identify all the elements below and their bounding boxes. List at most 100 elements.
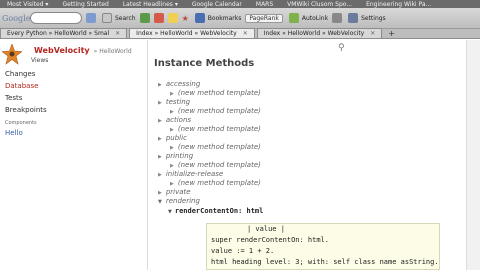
- tab-label: Every Python » HelloWorld » Smal: [7, 30, 110, 37]
- settings-button[interactable]: Settings: [348, 13, 386, 23]
- triangle-right-icon: ▶: [158, 100, 162, 106]
- template-label: (new method template): [177, 179, 261, 187]
- triangle-right-icon: ▶: [158, 118, 162, 124]
- sidebar-item-changes[interactable]: Changes: [5, 68, 47, 80]
- category-printing[interactable]: ▶ printing: [158, 152, 458, 161]
- new-method-template[interactable]: ▶ (new method template): [170, 179, 458, 188]
- star-icon[interactable]: ★: [182, 14, 189, 23]
- code-line: html heading level: 3; with: self class …: [211, 258, 439, 266]
- toolbar-icon-3[interactable]: [167, 13, 178, 23]
- template-label: (new method template): [177, 161, 261, 169]
- triangle-right-icon: ▶: [158, 82, 162, 88]
- webvelocity-logo-icon: [2, 44, 22, 65]
- toolbar-icon-1[interactable]: [139, 13, 150, 23]
- search-button[interactable]: Search: [102, 13, 136, 23]
- triangle-right-icon: ▶: [158, 136, 162, 142]
- new-method-template[interactable]: ▶ (new method template): [170, 143, 458, 152]
- close-icon[interactable]: ✕: [115, 30, 120, 37]
- category-label: actions: [165, 116, 192, 124]
- components-heading: Components: [5, 120, 37, 126]
- triangle-right-icon: ▶: [170, 127, 174, 133]
- triangle-right-icon: ▶: [170, 163, 174, 169]
- wrench-icon: [348, 13, 359, 23]
- sidebar-item-tests[interactable]: Tests: [5, 92, 47, 104]
- main-panel: ⚲ Instance Methods ▶ accessing ▶ (new meth…: [148, 40, 480, 270]
- bookmark-latest-headlines[interactable]: Latest Headlines ▾: [116, 1, 185, 8]
- page-title: Instance Methods: [154, 58, 255, 69]
- bookmark-google-calendar[interactable]: Google Calendar: [185, 1, 249, 8]
- toolbar-search-input[interactable]: [30, 12, 82, 24]
- sidebar-item-database[interactable]: Database: [5, 80, 47, 92]
- code-line: value := 1 + 2.: [211, 247, 275, 255]
- triangle-right-icon: ▶: [170, 181, 174, 187]
- autolink-button[interactable]: AutoLink: [288, 13, 329, 23]
- bookmark-mars[interactable]: MARS: [249, 1, 280, 8]
- close-icon[interactable]: ✕: [243, 30, 248, 37]
- sidebar-item-breakpoints[interactable]: Breakpoints: [5, 104, 47, 116]
- triangle-right-icon: ▶: [170, 91, 174, 97]
- triangle-right-icon: ▶: [158, 190, 162, 196]
- tab-1[interactable]: Every Python » HelloWorld » Smal ✕: [0, 28, 128, 38]
- close-icon[interactable]: ✕: [370, 30, 375, 37]
- category-label: private: [165, 188, 191, 196]
- new-method-template[interactable]: ▶ (new method template): [170, 161, 458, 170]
- category-accessing[interactable]: ▶ accessing: [158, 80, 458, 89]
- triangle-right-icon: ▶: [170, 109, 174, 115]
- triangle-down-icon: ▼: [168, 209, 172, 215]
- go-icon[interactable]: [86, 13, 96, 23]
- new-method-template[interactable]: ▶ (new method template): [170, 125, 458, 134]
- autolink-icon: [288, 13, 299, 23]
- category-initialize-release[interactable]: ▶ initialize-release: [158, 170, 458, 179]
- google-toolbar: Google Search ★ Bookmarks PageRank AutoL…: [0, 8, 480, 29]
- bookmark-vmwiki[interactable]: VMWiki Clusom Spo...: [280, 1, 359, 8]
- category-testing[interactable]: ▶ testing: [158, 98, 458, 107]
- bookmarks-bar: Most Visited ▾ Getting Started Latest He…: [0, 0, 480, 8]
- vertical-scrollbar[interactable]: [466, 40, 480, 270]
- template-label: (new method template): [177, 143, 261, 151]
- category-label: rendering: [165, 197, 200, 205]
- new-tab-icon[interactable]: +: [388, 29, 395, 38]
- views-label[interactable]: Views: [31, 57, 48, 64]
- method-label: renderContentOn: html: [174, 207, 264, 215]
- search-icon: [102, 13, 112, 23]
- triangle-right-icon: ▶: [158, 172, 162, 178]
- code-editor[interactable]: | value | super renderContentOn: html. v…: [206, 223, 440, 270]
- method-render-content-on[interactable]: ▼ renderContentOn: html: [168, 206, 458, 217]
- bookmark-getting-started[interactable]: Getting Started: [55, 1, 115, 8]
- toolbar-icon-2[interactable]: [153, 13, 164, 23]
- sidebar: WebVelocity » HelloWorld Views Changes Da…: [0, 40, 148, 270]
- app-name: WebVelocity: [34, 46, 90, 55]
- template-label: (new method template): [177, 89, 261, 97]
- app-title[interactable]: WebVelocity » HelloWorld: [34, 46, 132, 55]
- component-hello[interactable]: Hello: [5, 127, 47, 139]
- bookmarks-button[interactable]: Bookmarks: [194, 13, 241, 23]
- toolbar-icon-4[interactable]: [332, 13, 343, 23]
- breadcrumb[interactable]: » HelloWorld: [94, 48, 132, 55]
- pagerank-indicator[interactable]: PageRank: [245, 13, 283, 23]
- sidebar-nav: Changes Database Tests Breakpoints Compo…: [5, 68, 47, 139]
- category-private[interactable]: ▶ private: [158, 188, 458, 197]
- tab-strip: Every Python » HelloWorld » Smal ✕ Index…: [0, 28, 480, 39]
- category-label: printing: [165, 152, 194, 160]
- new-method-template[interactable]: ▶ (new method template): [170, 107, 458, 116]
- bookmark-most-visited[interactable]: Most Visited ▾: [0, 1, 55, 8]
- category-list: ▶ accessing ▶ (new method template) ▶ testi…: [158, 80, 458, 217]
- triangle-down-icon: ▼: [158, 199, 162, 205]
- category-label: testing: [165, 98, 191, 106]
- triangle-right-icon: ▶: [158, 154, 162, 160]
- new-method-template[interactable]: ▶ (new method template): [170, 89, 458, 98]
- autolink-button-label: AutoLink: [301, 14, 329, 22]
- category-rendering[interactable]: ▼ rendering: [158, 197, 458, 206]
- bookmark-engineering-wiki[interactable]: Engineering Wiki Pa...: [359, 1, 438, 8]
- tab-2[interactable]: Index » HelloWorld » WebVelocity ✕: [129, 28, 255, 38]
- tab-label: Index » HelloWorld » WebVelocity: [136, 30, 237, 37]
- bookmarks-icon: [194, 13, 205, 23]
- search-icon[interactable]: ⚲: [338, 43, 345, 53]
- category-label: initialize-release: [165, 170, 224, 178]
- category-label: public: [165, 134, 187, 142]
- tab-3[interactable]: Index » HelloWorld » WebVelocity ✕: [256, 28, 383, 38]
- category-public[interactable]: ▶ public: [158, 134, 458, 143]
- category-label: accessing: [165, 80, 201, 88]
- template-label: (new method template): [177, 107, 261, 115]
- category-actions[interactable]: ▶ actions: [158, 116, 458, 125]
